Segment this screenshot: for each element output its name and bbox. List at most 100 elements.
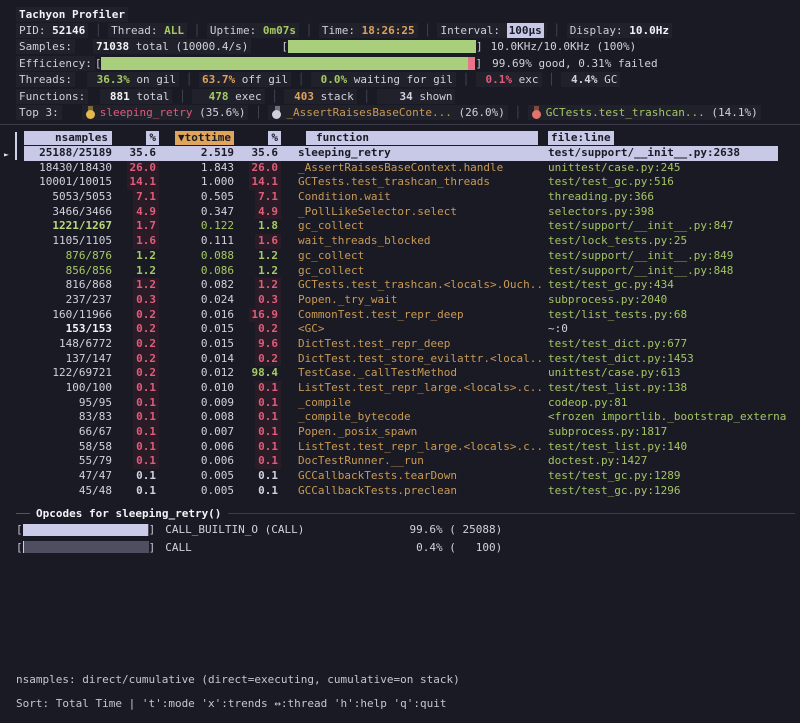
- cell-pct-cumulative: 0.1: [240, 425, 284, 440]
- cell-file-line: test/support/__init__.py:849: [542, 249, 800, 264]
- column-header-nsamples[interactable]: nsamples: [24, 131, 116, 145]
- table-row[interactable]: 3466/34664.90.3474.9_PollLikeSelector.se…: [24, 205, 800, 220]
- cell-nsamples: 876/876: [24, 249, 116, 264]
- table-row[interactable]: 876/8761.20.0881.2gc_collecttest/support…: [24, 249, 800, 264]
- cell-tottime: 0.111: [162, 234, 240, 249]
- table-row[interactable]: 47/470.10.0050.1GCCallbackTests.tearDown…: [24, 469, 800, 484]
- table-row[interactable]: 1105/11051.60.1111.6wait_threads_blocked…: [24, 234, 800, 249]
- cell-function: GCTests.test_trashcan_threads: [284, 175, 542, 190]
- cell-pct-direct: 0.1: [116, 396, 162, 411]
- cell-pct-cumulative: 1.6: [240, 234, 284, 249]
- status-value: 100µs: [507, 23, 544, 38]
- cell-function: GCCallbackTests.preclean: [284, 484, 542, 499]
- cell-file-line: test/test_gc.py:434: [542, 278, 800, 293]
- cell-nsamples: 148/6772: [24, 337, 116, 352]
- column-header-function[interactable]: function: [284, 131, 542, 145]
- samples-bar-open-bracket: [: [281, 40, 288, 53]
- separator: │: [172, 90, 192, 103]
- table-row[interactable]: 153/1530.20.0150.2<GC>~:0: [24, 322, 800, 337]
- cell-function: wait_threads_blocked: [284, 234, 542, 249]
- table-row[interactable]: 58/580.10.0060.1ListTest.test_repr_large…: [24, 440, 800, 455]
- samples-bar-fill: [288, 40, 476, 53]
- samples-bar-close-bracket: ]: [476, 40, 483, 53]
- opcodes-right-rule: [228, 513, 795, 514]
- table-row[interactable]: 18430/1843026.01.84326.0_AssertRaisesBas…: [24, 161, 800, 176]
- opcode-row: []CALL 0.4% ( 100): [16, 539, 800, 557]
- table-row[interactable]: 5053/50537.10.5057.1Condition.waitthread…: [24, 190, 800, 205]
- separator: │: [508, 106, 528, 119]
- cell-function: sleeping_retry: [284, 146, 542, 161]
- cell-pct-direct: 0.2: [116, 308, 162, 323]
- efficiency-bar-open-bracket: [: [95, 57, 102, 70]
- samples-rate: 10.0KHz/10.0KHz (100%): [491, 40, 637, 53]
- cell-nsamples: 95/95: [24, 396, 116, 411]
- separator: │: [456, 73, 476, 86]
- table-row[interactable]: 856/8561.20.0861.2gc_collecttest/support…: [24, 264, 800, 279]
- cell-pct-cumulative: 0.1: [240, 381, 284, 396]
- cell-pct-cumulative: 0.2: [240, 352, 284, 367]
- opcode-bar-close-bracket: ]: [149, 523, 156, 536]
- cell-tottime: 0.006: [162, 440, 240, 455]
- efficiency-failed-fill: [468, 57, 475, 70]
- cell-pct-cumulative: 16.9: [240, 308, 284, 323]
- column-header-file-line[interactable]: file:line: [542, 131, 800, 145]
- cell-pct-cumulative: 1.2: [240, 278, 284, 293]
- bronze-medal-icon: [532, 106, 542, 119]
- cell-file-line: test/support/__init__.py:847: [542, 219, 800, 234]
- status-item-time: Time: 18:26:25: [319, 23, 418, 38]
- table-row[interactable]: 83/830.10.0080.1_compile_bytecode<frozen…: [24, 410, 800, 425]
- cell-tottime: 0.010: [162, 381, 240, 396]
- samples-rate-bar: [288, 40, 476, 53]
- separator: │: [357, 90, 377, 103]
- cell-function: <GC>: [284, 322, 542, 337]
- cell-pct-direct: 14.1: [116, 175, 162, 190]
- cell-file-line: test/support/__init__.py:2638: [542, 146, 778, 161]
- cell-function: ListTest.test_repr_large.<locals>.c...: [284, 381, 542, 396]
- cell-pct-direct: 1.7: [116, 219, 162, 234]
- table-row[interactable]: 160/119660.20.01616.9CommonTest.test_rep…: [24, 308, 800, 323]
- cell-pct-cumulative: 0.1: [240, 396, 284, 411]
- cell-pct-direct: 7.1: [116, 190, 162, 205]
- table-row[interactable]: 122/697210.20.01298.4TestCase._callTestM…: [24, 366, 800, 381]
- cell-tottime: 0.086: [162, 264, 240, 279]
- opcodes-section: Opcodes for sleeping_retry() []CALL_BUIL…: [0, 506, 800, 556]
- separator: │: [187, 24, 207, 37]
- cell-function: _compile: [284, 396, 542, 411]
- column-header-pct-cumulative[interactable]: %: [240, 131, 284, 145]
- table-row[interactable]: 45/480.10.0050.1GCCallbackTests.preclean…: [24, 484, 800, 499]
- cell-pct-direct: 0.1: [116, 440, 162, 455]
- cell-function: DictTest.test_repr_deep: [284, 337, 542, 352]
- cell-file-line: doctest.py:1427: [542, 454, 800, 469]
- efficiency-line: Efficiency: [ ] 99.69% good, 0.31% faile…: [0, 55, 800, 71]
- table-row[interactable]: 55/790.10.0060.1DocTestRunner.__rundocte…: [24, 454, 800, 469]
- cell-nsamples: 100/100: [24, 381, 116, 396]
- top3-label: Top 3:: [16, 105, 62, 120]
- cell-file-line: test/list_tests.py:68: [542, 308, 800, 323]
- opcodes-list: []CALL_BUILTIN_O (CALL)99.6% ( 25088)[]C…: [16, 521, 800, 556]
- opcode-bar-open-bracket: [: [16, 541, 23, 554]
- table-row[interactable]: 237/2370.30.0240.3Popen._try_waitsubproc…: [24, 293, 800, 308]
- column-header-tottime-sorted[interactable]: ▼tottime: [162, 131, 240, 145]
- status-label: Display:: [570, 23, 630, 38]
- table-row[interactable]: 137/1470.20.0140.2DictTest.test_store_ev…: [24, 352, 800, 367]
- cell-function: CommonTest.test_repr_deep: [284, 308, 542, 323]
- cell-pct-direct: 0.1: [116, 484, 162, 499]
- table-row[interactable]: 100/1000.10.0100.1ListTest.test_repr_lar…: [24, 381, 800, 396]
- column-header-pct-direct[interactable]: %: [116, 131, 162, 145]
- status-item-interval: Interval: 100µs: [437, 23, 546, 38]
- cell-tottime: 0.122: [162, 219, 240, 234]
- function-table: nsamples % ▼tottime % function file:line…: [0, 130, 800, 499]
- table-row[interactable]: 148/67720.20.0159.6DictTest.test_repr_de…: [24, 337, 800, 352]
- cell-function: _AssertRaisesBaseContext.handle: [284, 161, 542, 176]
- table-row[interactable]: 95/950.10.0090.1_compilecodeop.py:81: [24, 396, 800, 411]
- cell-nsamples: 1105/1105: [24, 234, 116, 249]
- table-row[interactable]: 66/670.10.0070.1Popen._posix_spawnsubpro…: [24, 425, 800, 440]
- cell-nsamples: 1221/1267: [24, 219, 116, 234]
- table-row-selected[interactable]: 25188/2518935.62.51935.6sleeping_retryte…: [24, 146, 778, 161]
- cell-nsamples: 122/69721: [24, 366, 116, 381]
- cell-tottime: 0.016: [162, 308, 240, 323]
- table-row[interactable]: 10001/1001514.11.00014.1GCTests.test_tra…: [24, 175, 800, 190]
- table-row[interactable]: 1221/12671.70.1221.8gc_collecttest/suppo…: [24, 219, 800, 234]
- cell-function: GCTests.test_trashcan.<locals>.Ouch...: [284, 278, 542, 293]
- table-row[interactable]: 816/8681.20.0821.2GCTests.test_trashcan.…: [24, 278, 800, 293]
